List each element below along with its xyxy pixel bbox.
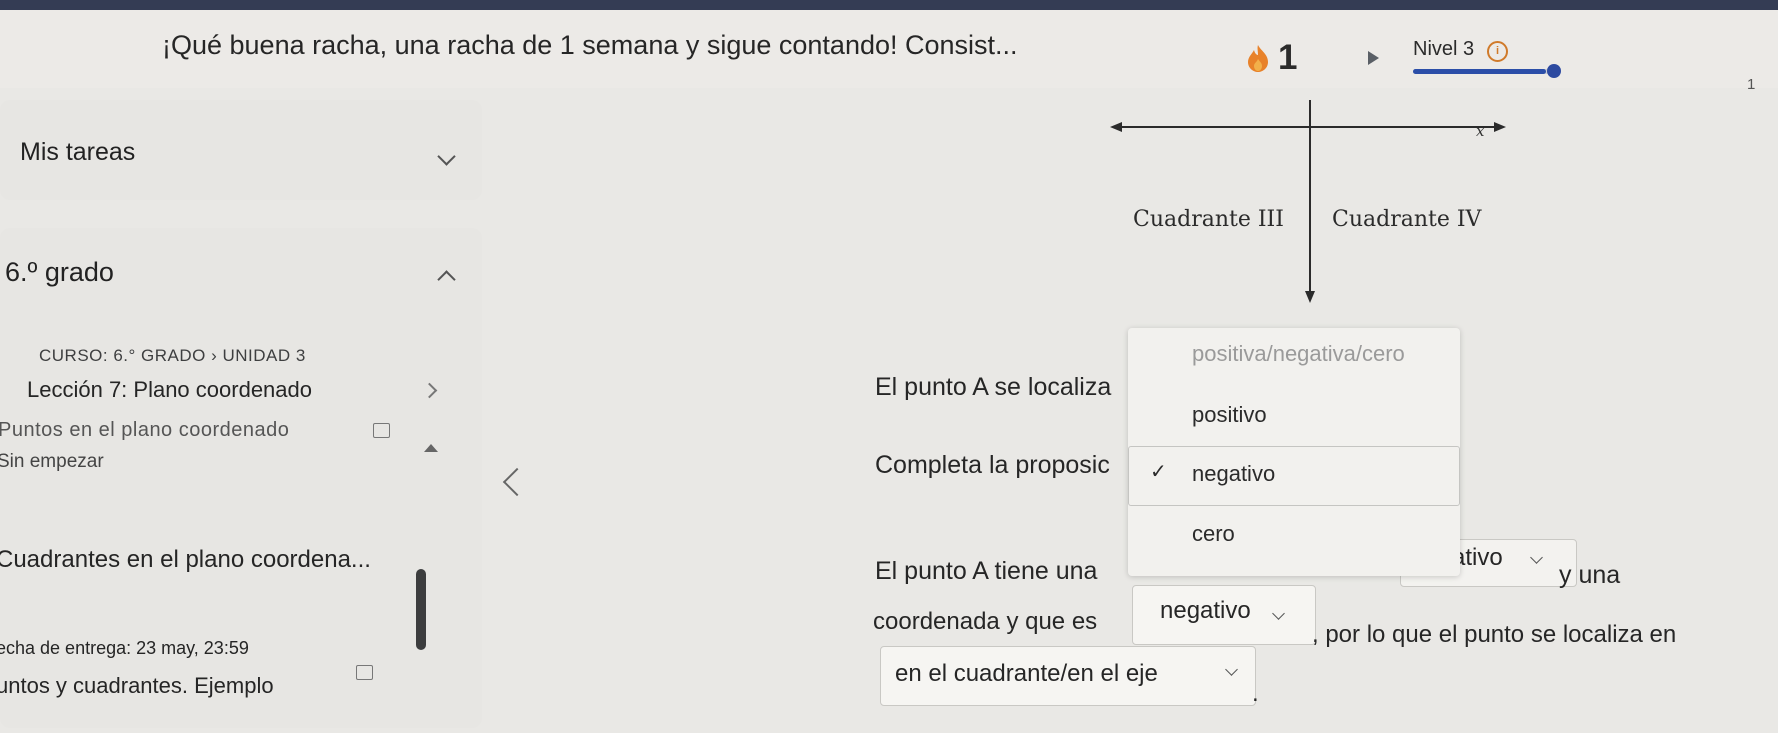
sentence-period: . (1252, 680, 1259, 707)
flame-icon (1248, 45, 1268, 72)
dropdown-option-cero[interactable]: cero (1192, 521, 1235, 547)
previous-arrow-icon[interactable] (502, 467, 532, 497)
play-icon[interactable] (1368, 51, 1379, 65)
question-line-3: El punto A tiene una (875, 557, 1098, 585)
lesson-title[interactable]: Lección 7: Plano coordenado (27, 377, 312, 403)
quadrant-iv-label: Cuadrante IV (1332, 207, 1482, 232)
next-activity-subtitle[interactable]: untos y cuadrantes. Ejemplo (0, 673, 274, 699)
activity-title[interactable]: Puntos en el plano coordenado (0, 419, 289, 442)
page-indicator: 1 (1747, 76, 1756, 93)
caret-up-icon (424, 444, 438, 452)
question-instruction: Completa la proposic (875, 451, 1110, 479)
due-date: echa de entrega: 23 may, 23:59 (0, 638, 249, 658)
breadcrumb: CURSO: 6.° GRADO › UNIDAD 3 (39, 346, 306, 365)
scrollbar[interactable] (416, 569, 426, 650)
grade-title[interactable]: 6.º grado (5, 257, 114, 288)
dropdown-option-positivo[interactable]: positivo (1192, 402, 1267, 428)
question-line-4: coordenada y que es (873, 608, 1098, 635)
dropdown-placeholder: positiva/negativa/cero (1192, 341, 1405, 366)
streak-count: 1 (1278, 38, 1298, 77)
streak-message[interactable]: ¡Qué buena racha, una racha de 1 semana … (162, 30, 1018, 61)
dropdown-option-selected[interactable] (1128, 446, 1460, 506)
question-line-1: El punto A se localiza (875, 373, 1112, 401)
location-value[interactable]: en el cuadrante/en el eje (895, 660, 1158, 688)
level-label: Nivel 3 (1413, 38, 1475, 60)
level-progress-bar (1413, 69, 1553, 74)
y-coordinate-value[interactable]: negativo (1160, 597, 1251, 625)
activity-status: Sin empezar (0, 451, 104, 472)
edit-icon (356, 665, 373, 680)
info-icon[interactable]: i (1487, 41, 1508, 62)
edit-icon (373, 423, 390, 438)
quadrant-iii-label: Cuadrante III (1133, 207, 1284, 232)
top-edge-bar (0, 0, 1778, 10)
level-progress-fill (1413, 69, 1546, 74)
next-activity-title[interactable]: Cuadrantes en el plano coordena... (0, 546, 371, 574)
tasks-title[interactable]: Mis tareas (20, 138, 135, 167)
dropdown-option-negativo[interactable]: negativo (1192, 461, 1275, 487)
question-line-4-end: , por lo que el punto se localiza en (1312, 621, 1677, 648)
x-axis-label: x (1476, 122, 1485, 140)
check-icon: ✓ (1150, 461, 1167, 483)
question-line-3-end: y una (1559, 561, 1621, 589)
level-progress-knob (1547, 64, 1561, 78)
quadrant-diagram (1110, 100, 1506, 303)
